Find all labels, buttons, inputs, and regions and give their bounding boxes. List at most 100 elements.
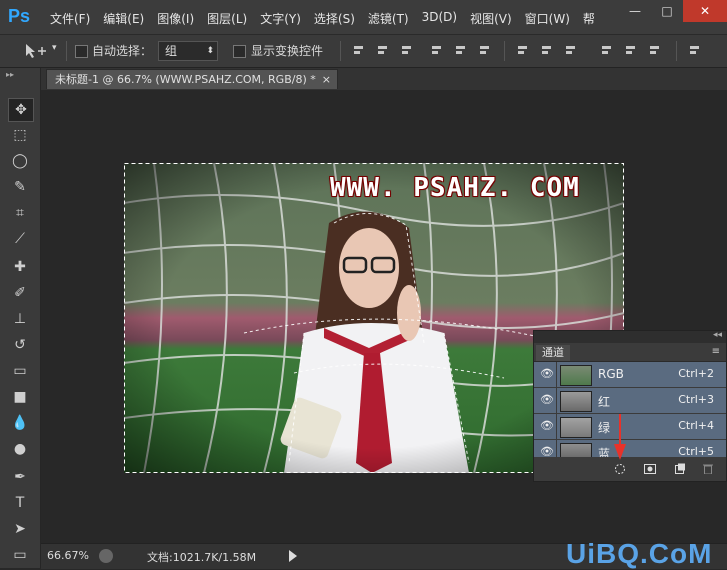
channel-name: 红 bbox=[598, 395, 611, 409]
marquee-tool-icon[interactable]: ⬚ bbox=[8, 124, 32, 146]
menu-image[interactable]: 图像(I) bbox=[157, 10, 194, 27]
menu-edit[interactable]: 编辑(E) bbox=[103, 10, 144, 27]
play-arrow-icon[interactable] bbox=[289, 550, 297, 562]
expand-panel-icon[interactable]: ▸▸ bbox=[6, 70, 14, 79]
menu-3d[interactable]: 3D(D) bbox=[422, 10, 457, 27]
path-selection-tool-icon[interactable]: ➤ bbox=[8, 518, 32, 540]
eye-icon[interactable]: 👁 bbox=[540, 446, 554, 457]
panel-tabbar: 通道 ≡ bbox=[534, 343, 726, 362]
align-vcenter-icon[interactable] bbox=[376, 45, 389, 56]
load-selection-icon[interactable] bbox=[614, 463, 626, 474]
channel-row-green[interactable]: 👁 绿 Ctrl+4 bbox=[534, 414, 726, 440]
channel-thumbnail bbox=[560, 365, 592, 386]
channel-row-rgb[interactable]: 👁 RGB Ctrl+2 bbox=[534, 362, 726, 388]
eraser-tool-icon[interactable]: ▭ bbox=[8, 360, 32, 382]
menu-help[interactable]: 帮 bbox=[583, 10, 595, 27]
eyedropper-tool-icon[interactable]: ⟋ bbox=[8, 228, 32, 250]
status-info-icon[interactable] bbox=[99, 549, 113, 563]
lasso-tool-icon[interactable]: ◯ bbox=[8, 150, 32, 172]
divider bbox=[340, 41, 341, 61]
distribute-left-icon[interactable] bbox=[600, 45, 613, 56]
save-selection-icon[interactable] bbox=[644, 463, 656, 474]
divider bbox=[66, 41, 67, 61]
brush-tool-icon[interactable]: ✐ bbox=[8, 282, 32, 304]
healing-brush-tool-icon[interactable]: ✚ bbox=[8, 256, 32, 278]
eye-icon[interactable]: 👁 bbox=[540, 368, 554, 379]
gradient-tool-icon[interactable]: ■ bbox=[8, 386, 32, 408]
show-transform-checkbox[interactable] bbox=[233, 45, 246, 58]
crop-tool-icon[interactable]: ⌗ bbox=[8, 202, 32, 224]
menu-filter[interactable]: 滤镜(T) bbox=[368, 10, 409, 27]
show-transform-label: 显示变换控件 bbox=[251, 44, 324, 58]
restore-button[interactable]: □ bbox=[651, 0, 683, 22]
channel-shortcut: Ctrl+3 bbox=[678, 393, 714, 406]
menu-select[interactable]: 选择(S) bbox=[314, 10, 355, 27]
rectangle-tool-icon[interactable]: ▭ bbox=[8, 544, 32, 566]
type-tool-icon[interactable]: T bbox=[8, 492, 32, 514]
quick-select-tool-icon[interactable]: ✎ bbox=[8, 176, 32, 198]
align-right-icon[interactable] bbox=[478, 45, 491, 56]
move-tool-icon[interactable] bbox=[24, 43, 48, 59]
distribute-right-icon[interactable] bbox=[648, 45, 661, 56]
document-tab-title: 未标题-1 @ 66.7% (WWW.PSAHZ.COM, RGB/8) * bbox=[55, 73, 316, 86]
move-tool-icon[interactable]: ✥ bbox=[8, 98, 34, 122]
align-left-icon[interactable] bbox=[430, 45, 443, 56]
channel-thumbnail bbox=[560, 391, 592, 412]
menu-layer[interactable]: 图层(L) bbox=[207, 10, 247, 27]
window-controls: — □ ✕ bbox=[619, 0, 727, 22]
menu-bar: Ps 文件(F) 编辑(E) 图像(I) 图层(L) 文字(Y) 选择(S) 滤… bbox=[0, 0, 727, 35]
document-tab[interactable]: 未标题-1 @ 66.7% (WWW.PSAHZ.COM, RGB/8) * × bbox=[46, 69, 338, 89]
blur-tool-icon[interactable]: 💧 bbox=[8, 412, 32, 434]
chevron-updown-icon: ⬍ bbox=[206, 46, 214, 56]
menu-file[interactable]: 文件(F) bbox=[50, 10, 90, 27]
collapse-panel-icon[interactable]: ◂◂ bbox=[713, 330, 722, 340]
history-brush-tool-icon[interactable]: ↺ bbox=[8, 334, 32, 356]
photo-watermark-text: WWW. PSAHZ. COM bbox=[330, 173, 580, 203]
tools-panel: ▸▸ ✥ ⬚ ◯ ✎ ⌗ ⟋ ✚ ✐ ⊥ ↺ ▭ ■ 💧 ● ✒ T ➤ ▭ bbox=[0, 68, 41, 568]
channel-name: RGB bbox=[598, 367, 624, 381]
distribute-bottom-icon[interactable] bbox=[564, 45, 577, 56]
distribute-top-icon[interactable] bbox=[516, 45, 529, 56]
options-bar: ▾ 自动选择： 组 ⬍ 显示变换控件 bbox=[0, 35, 727, 68]
eye-icon[interactable]: 👁 bbox=[540, 420, 554, 431]
align-hcenter-icon[interactable] bbox=[454, 45, 467, 56]
zoom-level[interactable]: 66.67% bbox=[47, 549, 89, 562]
auto-select-dropdown[interactable]: 组 ⬍ bbox=[158, 41, 218, 61]
align-top-icon[interactable] bbox=[352, 45, 365, 56]
panel-footer bbox=[534, 457, 726, 481]
align-bottom-icon[interactable] bbox=[400, 45, 413, 56]
channels-panel: ◂◂ 通道 ≡ 👁 RGB Ctrl+2 👁 红 Ctrl+3 👁 绿 Ctrl… bbox=[533, 330, 727, 482]
divider bbox=[504, 41, 505, 61]
divider bbox=[676, 41, 677, 61]
tab-channels[interactable]: 通道 bbox=[536, 345, 570, 361]
close-tab-icon[interactable]: × bbox=[322, 70, 331, 90]
clone-stamp-tool-icon[interactable]: ⊥ bbox=[8, 308, 32, 330]
menu-window[interactable]: 窗口(W) bbox=[525, 10, 570, 27]
distribute-hcenter-icon[interactable] bbox=[624, 45, 637, 56]
delete-channel-icon[interactable] bbox=[702, 463, 714, 474]
eye-icon[interactable]: 👁 bbox=[540, 394, 554, 405]
new-channel-icon[interactable] bbox=[674, 463, 686, 474]
photoshop-logo: Ps bbox=[8, 6, 31, 26]
auto-select-label: 自动选择： bbox=[92, 44, 153, 58]
channel-shortcut: Ctrl+2 bbox=[678, 367, 714, 380]
minimize-button[interactable]: — bbox=[619, 0, 651, 22]
auto-align-layers-icon[interactable] bbox=[688, 45, 701, 56]
channel-thumbnail bbox=[560, 417, 592, 438]
panel-header: ◂◂ bbox=[534, 330, 726, 343]
tool-preset-dropdown-icon[interactable]: ▾ bbox=[52, 43, 57, 53]
site-watermark: UiBQ.CoM bbox=[566, 538, 713, 569]
document-info: 文档:1021.7K/1.58M bbox=[147, 551, 257, 564]
channel-row-red[interactable]: 👁 红 Ctrl+3 bbox=[534, 388, 726, 414]
menu-type[interactable]: 文字(Y) bbox=[260, 10, 301, 27]
auto-select-checkbox[interactable] bbox=[75, 45, 88, 58]
close-button[interactable]: ✕ bbox=[683, 0, 727, 22]
red-arrow-annotation bbox=[614, 414, 626, 460]
menu-view[interactable]: 视图(V) bbox=[470, 10, 512, 27]
distribute-vcenter-icon[interactable] bbox=[540, 45, 553, 56]
dodge-tool-icon[interactable]: ● bbox=[8, 438, 32, 460]
channel-shortcut: Ctrl+4 bbox=[678, 419, 714, 432]
channel-name: 绿 bbox=[598, 421, 611, 435]
panel-menu-icon[interactable]: ≡ bbox=[712, 346, 720, 357]
pen-tool-icon[interactable]: ✒ bbox=[8, 466, 32, 488]
